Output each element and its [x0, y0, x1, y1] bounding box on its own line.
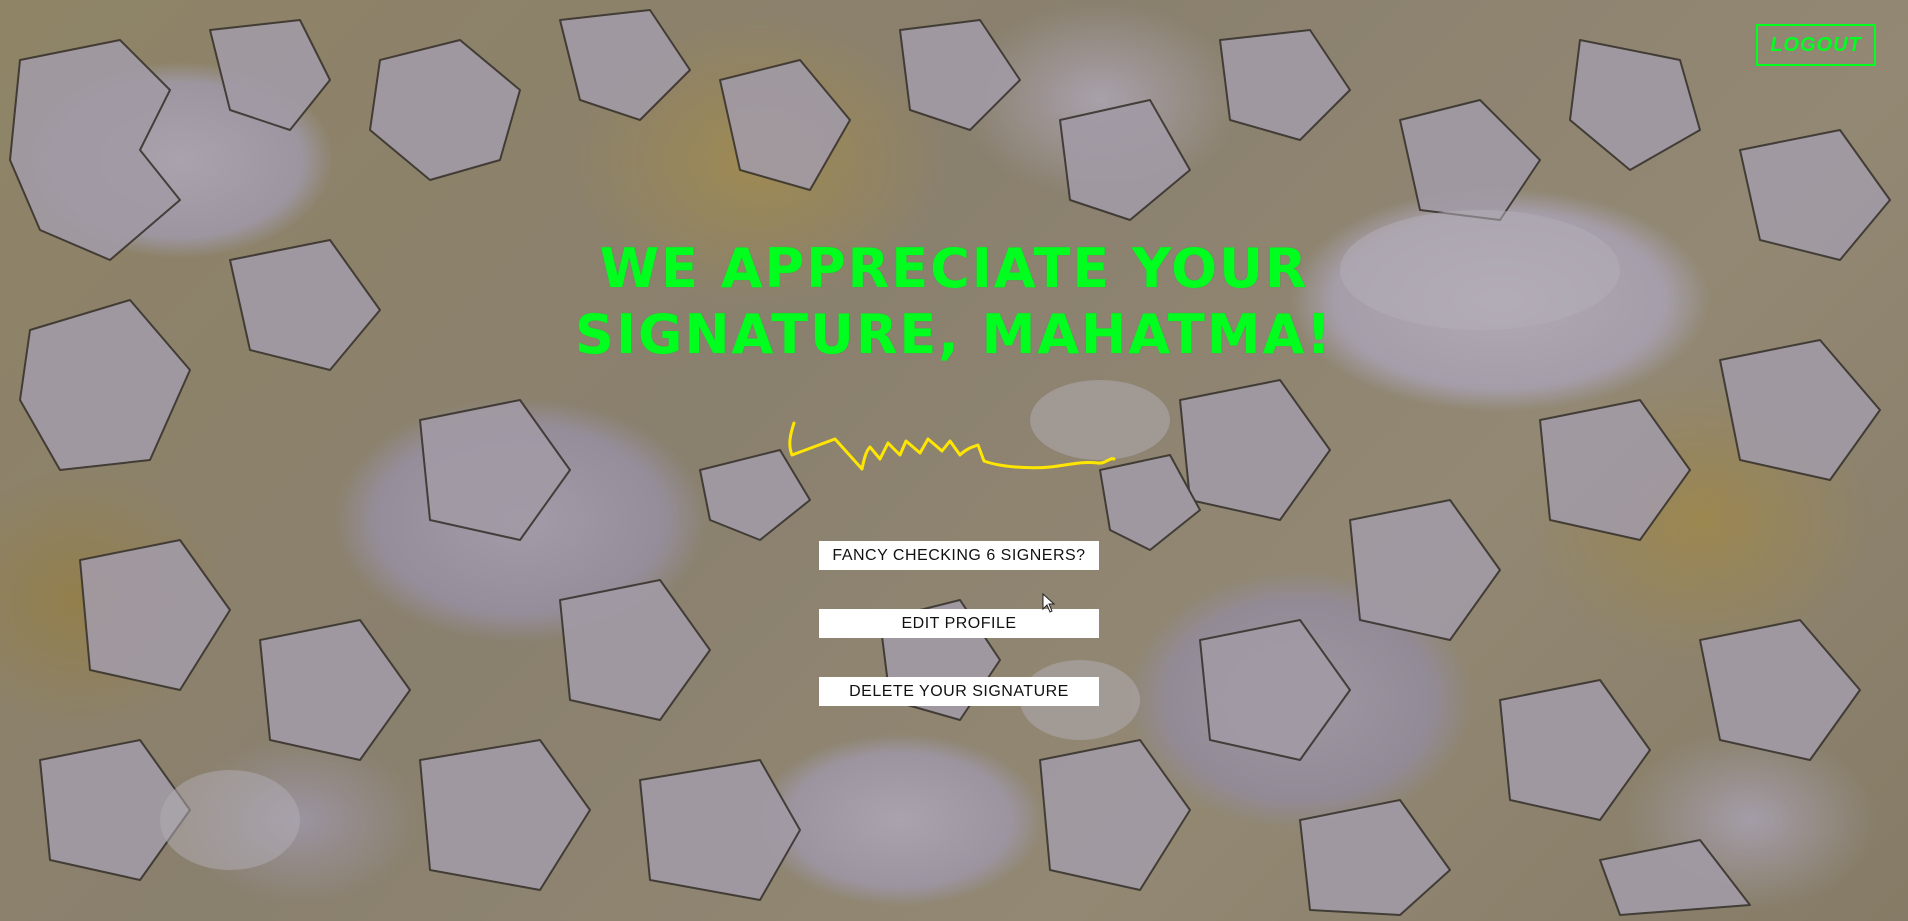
page-title: WE APPRECIATE YOUR SIGNATURE, MAHATMA!: [454, 236, 1454, 368]
headline-line-2: SIGNATURE, MAHATMA!: [575, 303, 1333, 366]
headline-line-1: WE APPRECIATE YOUR: [599, 237, 1309, 300]
logout-button[interactable]: LOGOUT: [1756, 24, 1876, 66]
edit-profile-button[interactable]: EDIT PROFILE: [819, 609, 1099, 638]
mouse-pointer-icon: [1042, 593, 1056, 613]
view-signers-button[interactable]: FANCY CHECKING 6 SIGNERS?: [819, 541, 1099, 570]
signature-image: [788, 421, 1116, 471]
delete-signature-button[interactable]: DELETE YOUR SIGNATURE: [819, 677, 1099, 706]
